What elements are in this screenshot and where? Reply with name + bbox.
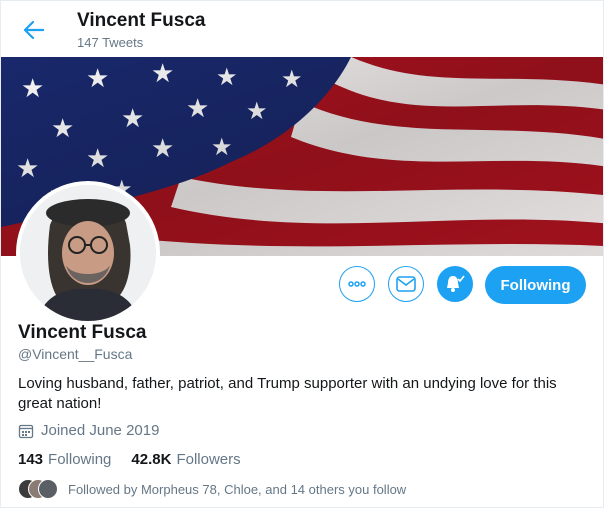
profile-header: Vincent Fusca 147 Tweets <box>1 1 603 57</box>
back-button[interactable] <box>21 17 47 43</box>
profile-handle: @Vincent__Fusca <box>18 346 133 362</box>
followed-by-link[interactable]: Followed by Morpheus 78, Chloe, and 14 o… <box>18 479 406 499</box>
header-title: Vincent Fusca <box>77 10 206 31</box>
more-icon <box>348 281 366 287</box>
joined-date: Joined June 2019 <box>18 422 159 439</box>
profile-bio: Loving husband, father, patriot, and Tru… <box>18 375 557 412</box>
profile-avatar[interactable] <box>16 181 160 325</box>
notifications-button[interactable] <box>437 266 473 302</box>
followers-label: Followers <box>176 451 241 468</box>
following-link[interactable]: 143 Following <box>18 451 111 468</box>
calendar-icon <box>18 423 34 439</box>
envelope-icon <box>396 276 416 292</box>
more-button[interactable] <box>339 266 375 302</box>
followed-by-text: Followed by Morpheus 78, Chloe, and 14 o… <box>68 481 407 497</box>
joined-text: Joined June 2019 <box>41 422 160 439</box>
follower-avatars <box>18 479 58 499</box>
avatar-image <box>20 185 156 321</box>
followers-link[interactable]: 42.8K Followers <box>131 451 240 468</box>
follower-avatar <box>38 479 58 499</box>
profile-name: Vincent Fusca <box>18 322 147 343</box>
bell-check-icon <box>447 275 465 292</box>
followers-count: 42.8K <box>131 451 172 468</box>
profile-page: Vincent Fusca 147 Tweets ★ ★ <box>0 0 604 508</box>
arrow-left-icon <box>24 21 44 39</box>
tweet-count: 147 Tweets <box>77 35 144 50</box>
following-label: Following <box>48 451 112 468</box>
following-button[interactable]: Following <box>485 266 586 304</box>
message-button[interactable] <box>388 266 424 302</box>
following-count: 143 <box>18 451 44 468</box>
follow-stats: 143 Following 42.8K Followers <box>18 451 261 468</box>
